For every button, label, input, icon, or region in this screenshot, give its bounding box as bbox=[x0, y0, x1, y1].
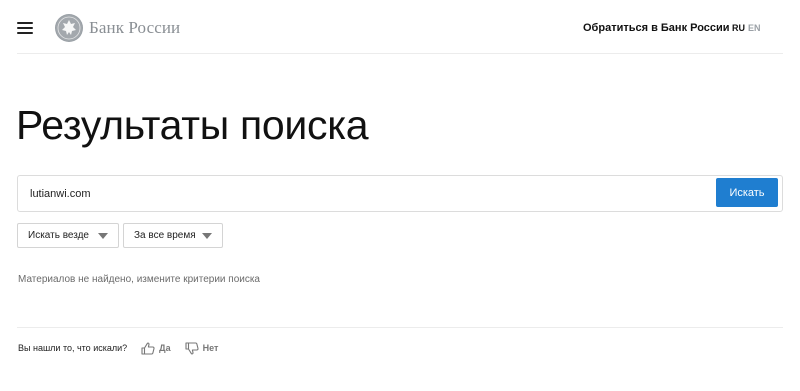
page-title: Результаты поиска bbox=[16, 102, 369, 148]
page: Банк России Обратиться в Банк России RU … bbox=[0, 0, 800, 391]
header-divider bbox=[17, 53, 783, 54]
contact-bank-link[interactable]: Обратиться в Банк России bbox=[583, 22, 730, 34]
caret-down-icon bbox=[202, 233, 212, 239]
logo[interactable]: Банк России bbox=[55, 14, 180, 42]
no-results-message: Материалов не найдено, измените критерии… bbox=[18, 274, 260, 285]
logo-text: Банк России bbox=[89, 18, 181, 37]
feedback-no-button[interactable]: Нет bbox=[185, 341, 219, 355]
thumbs-up-icon bbox=[141, 342, 155, 355]
search-input[interactable] bbox=[30, 176, 710, 211]
bank-emblem-icon bbox=[55, 14, 83, 42]
hamburger-icon[interactable] bbox=[17, 22, 33, 34]
caret-down-icon bbox=[98, 233, 108, 239]
feedback-yes-button[interactable]: Да bbox=[141, 342, 171, 355]
filter-time-label: За все время bbox=[134, 230, 196, 241]
search-button[interactable]: Искать bbox=[716, 178, 778, 207]
search-box bbox=[17, 175, 783, 212]
filter-time-dropdown[interactable]: За все время bbox=[123, 223, 223, 248]
feedback-bar: Вы нашли то, что искали? Да Нет bbox=[18, 341, 218, 355]
feedback-no-label: Нет bbox=[202, 343, 219, 353]
filter-where-label: Искать везде bbox=[28, 230, 89, 241]
feedback-question: Вы нашли то, что искали? bbox=[18, 343, 128, 353]
language-ru[interactable]: RU bbox=[732, 23, 745, 33]
feedback-yes-label: Да bbox=[159, 343, 171, 353]
footer-divider bbox=[17, 327, 783, 328]
language-en[interactable]: EN bbox=[748, 23, 761, 33]
site-header: Банк России Обратиться в Банк России RU … bbox=[0, 0, 800, 54]
thumbs-down-icon bbox=[185, 341, 199, 354]
filter-where-dropdown[interactable]: Искать везде bbox=[17, 223, 119, 248]
